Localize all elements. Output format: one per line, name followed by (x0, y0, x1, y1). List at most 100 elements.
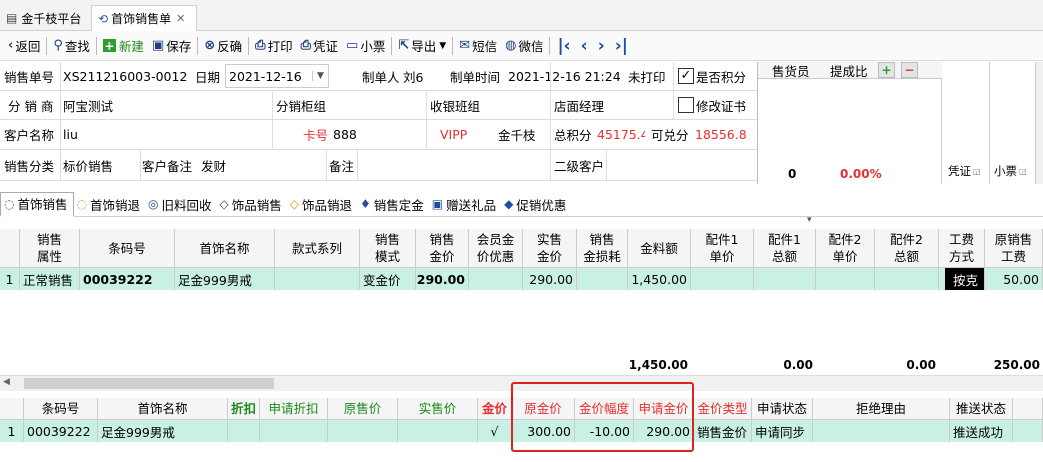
points-checkbox[interactable]: ✓ 是否积分 (678, 64, 746, 88)
tab-deposit[interactable]: ♦ 销售定金 (357, 192, 429, 216)
tab-accessory-sale[interactable]: ◇ 饰品销售 (217, 192, 287, 216)
tab-jewelry-sales[interactable]: ⟲ 首饰销售单 ✕ (91, 5, 197, 31)
cell-member-discount[interactable] (469, 268, 523, 290)
splitter-icon[interactable]: ▾ (807, 215, 812, 225)
col-header-orig-labor[interactable]: 原销售 工费 (985, 229, 1043, 268)
order-no-field[interactable]: XS211216003-0012 (63, 64, 193, 88)
category-field[interactable]: 标价销售 (63, 151, 113, 179)
cell-orig-labor[interactable]: 50.00 (985, 268, 1043, 290)
chevron-left-icon[interactable]: ◀ (3, 377, 10, 387)
creator-field[interactable]: 刘6 (403, 64, 423, 88)
cell-discount[interactable] (228, 420, 260, 442)
col-header-gold-price[interactable]: 金价 (478, 398, 512, 420)
col-header-acc1-price[interactable]: 配件1 单价 (691, 229, 754, 268)
scrollbar-thumb[interactable] (24, 378, 274, 389)
sms-button[interactable]: ✉ 短信 (455, 34, 501, 58)
cell-row-num[interactable]: 1 (0, 420, 24, 442)
next-record-icon[interactable]: › (593, 36, 610, 56)
col-header-acc1-total[interactable]: 配件1 总额 (754, 229, 816, 268)
voucher-button[interactable]: ⎙ 凭证 (297, 34, 342, 58)
col-header-acc2-total[interactable]: 配件2 总额 (875, 229, 939, 268)
back-button[interactable]: ‹ 返回 (4, 34, 44, 58)
branch-field[interactable]: 阿宝测试 (63, 92, 113, 118)
cell-apply-discount[interactable] (260, 420, 328, 442)
prev-record-icon[interactable]: ‹ (576, 36, 593, 56)
new-button[interactable]: + 新建 (99, 34, 148, 58)
col-header-member-discount[interactable]: 会员金 价优惠 (469, 229, 523, 268)
reverse-button[interactable]: ⊗ 反确 (200, 34, 246, 58)
remove-seller-button[interactable]: − (901, 62, 918, 78)
cell-acc1-total[interactable] (754, 268, 816, 290)
cell-item-name[interactable]: 足金999男戒 (175, 268, 275, 290)
cell-extra[interactable] (1013, 420, 1043, 442)
tab-promotion[interactable]: ◆ 促销优惠 (501, 192, 571, 216)
col-header-sale-gold-price[interactable]: 销售 金价 (416, 229, 469, 268)
first-record-icon[interactable]: |‹ (552, 36, 575, 56)
cell-row-num[interactable]: 1 (0, 268, 20, 290)
col-header-orig-price[interactable]: 原售价 (328, 398, 398, 420)
col-header-sale-attr[interactable]: 销售 属性 (20, 229, 80, 268)
col-header-push-status[interactable]: 推送状态 (950, 398, 1013, 420)
card-field[interactable]: 888 (333, 121, 357, 148)
col-header-gold-loss[interactable]: 销售 金损耗 (577, 229, 628, 268)
receipt-button[interactable]: ▭ 小票 (342, 34, 389, 58)
col-header-apply-status[interactable]: 申请状态 (752, 398, 813, 420)
tab-jewelry-sale[interactable]: ◌ 首饰销售 (0, 191, 74, 217)
cell-acc2-total[interactable] (875, 268, 939, 290)
col-header-barcode[interactable]: 条码号 (24, 398, 98, 420)
col-header-gold-amount[interactable]: 金料额 (628, 229, 691, 268)
col-header-gold-price-type[interactable]: 金价类型 (694, 398, 752, 420)
col-header-apply-discount[interactable]: 申请折扣 (260, 398, 328, 420)
cust-note-field[interactable]: 发财 (201, 151, 226, 179)
cell-labor-method[interactable]: 按克 (939, 268, 985, 290)
tab-old-material[interactable]: ◎ 旧料回收 (145, 192, 217, 216)
col-header-barcode[interactable]: 条码号 (80, 229, 175, 268)
save-button[interactable]: ▣ 保存 (148, 34, 195, 58)
cell-acc1-price[interactable] (691, 268, 754, 290)
col-header-reject-reason[interactable]: 拒绝理由 (813, 398, 950, 420)
col-header-acc2-price[interactable]: 配件2 单价 (816, 229, 875, 268)
wechat-button[interactable]: ◍ 微信 (501, 34, 547, 58)
col-header-extra[interactable] (1013, 398, 1043, 420)
panel-scrollbar[interactable] (1035, 62, 1043, 184)
col-header-item-name[interactable]: 首饰名称 (175, 229, 275, 268)
col-header-labor-method[interactable]: 工费 方式 (939, 229, 985, 268)
add-seller-button[interactable]: + (878, 62, 895, 78)
tab-jewelry-return[interactable]: ◌ 首饰销退 (74, 192, 146, 216)
cell-barcode[interactable]: 00039222 (24, 420, 98, 442)
cell-actual-gold-price[interactable]: 290.00 (523, 268, 577, 290)
tab-gift[interactable]: ▣ 赠送礼品 (429, 192, 501, 216)
last-record-icon[interactable]: ›| (610, 36, 633, 56)
col-header-discount[interactable]: 折扣 (228, 398, 260, 420)
date-field[interactable]: 2021-12-16 ▼ (225, 64, 329, 88)
cell-push-status[interactable]: 推送成功 (950, 420, 1013, 442)
find-button[interactable]: ⚲ 查找 (49, 34, 94, 58)
close-icon[interactable]: ✕ (176, 12, 185, 25)
cell-orig-price[interactable] (328, 420, 398, 442)
cell-gold-price[interactable]: √ (478, 420, 512, 442)
print-button[interactable]: ⎙ 打印 (251, 34, 296, 58)
cell-reject-reason[interactable] (813, 420, 950, 442)
modify-cert-checkbox[interactable]: 修改证书 (678, 92, 746, 118)
col-header-row-num[interactable] (0, 398, 24, 420)
cell-gold-price-type[interactable]: 销售金价 (694, 420, 752, 442)
cell-acc2-price[interactable] (816, 268, 875, 290)
cell-apply-status[interactable]: 申请同步 (752, 420, 813, 442)
col-header-sale-mode[interactable]: 销售 模式 (360, 229, 416, 268)
cell-barcode[interactable]: 00039222 (80, 268, 175, 290)
cell-gold-loss[interactable] (577, 268, 628, 290)
col-header-actual-price[interactable]: 实售价 (398, 398, 478, 420)
cell-sale-gold-price[interactable]: 290.00 (416, 268, 469, 290)
customer-field[interactable]: liu (63, 121, 78, 148)
export-button[interactable]: ⇱ 导出 ▼ (394, 34, 450, 58)
cell-item-name[interactable]: 足金999男戒 (98, 420, 228, 442)
col-header-style-series[interactable]: 款式系列 (275, 229, 360, 268)
cell-sale-attr[interactable]: 正常销售 (20, 268, 80, 290)
cell-actual-price[interactable] (398, 420, 478, 442)
cell-sale-mode[interactable]: 变金价 (360, 268, 416, 290)
col-header-item-name[interactable]: 首饰名称 (98, 398, 228, 420)
cell-gold-amount[interactable]: 1,450.00 (628, 268, 691, 290)
tab-accessory-return[interactable]: ◇ 饰品销退 (287, 192, 357, 216)
col-header-row-num[interactable] (0, 229, 20, 268)
cell-style-series[interactable] (275, 268, 360, 290)
